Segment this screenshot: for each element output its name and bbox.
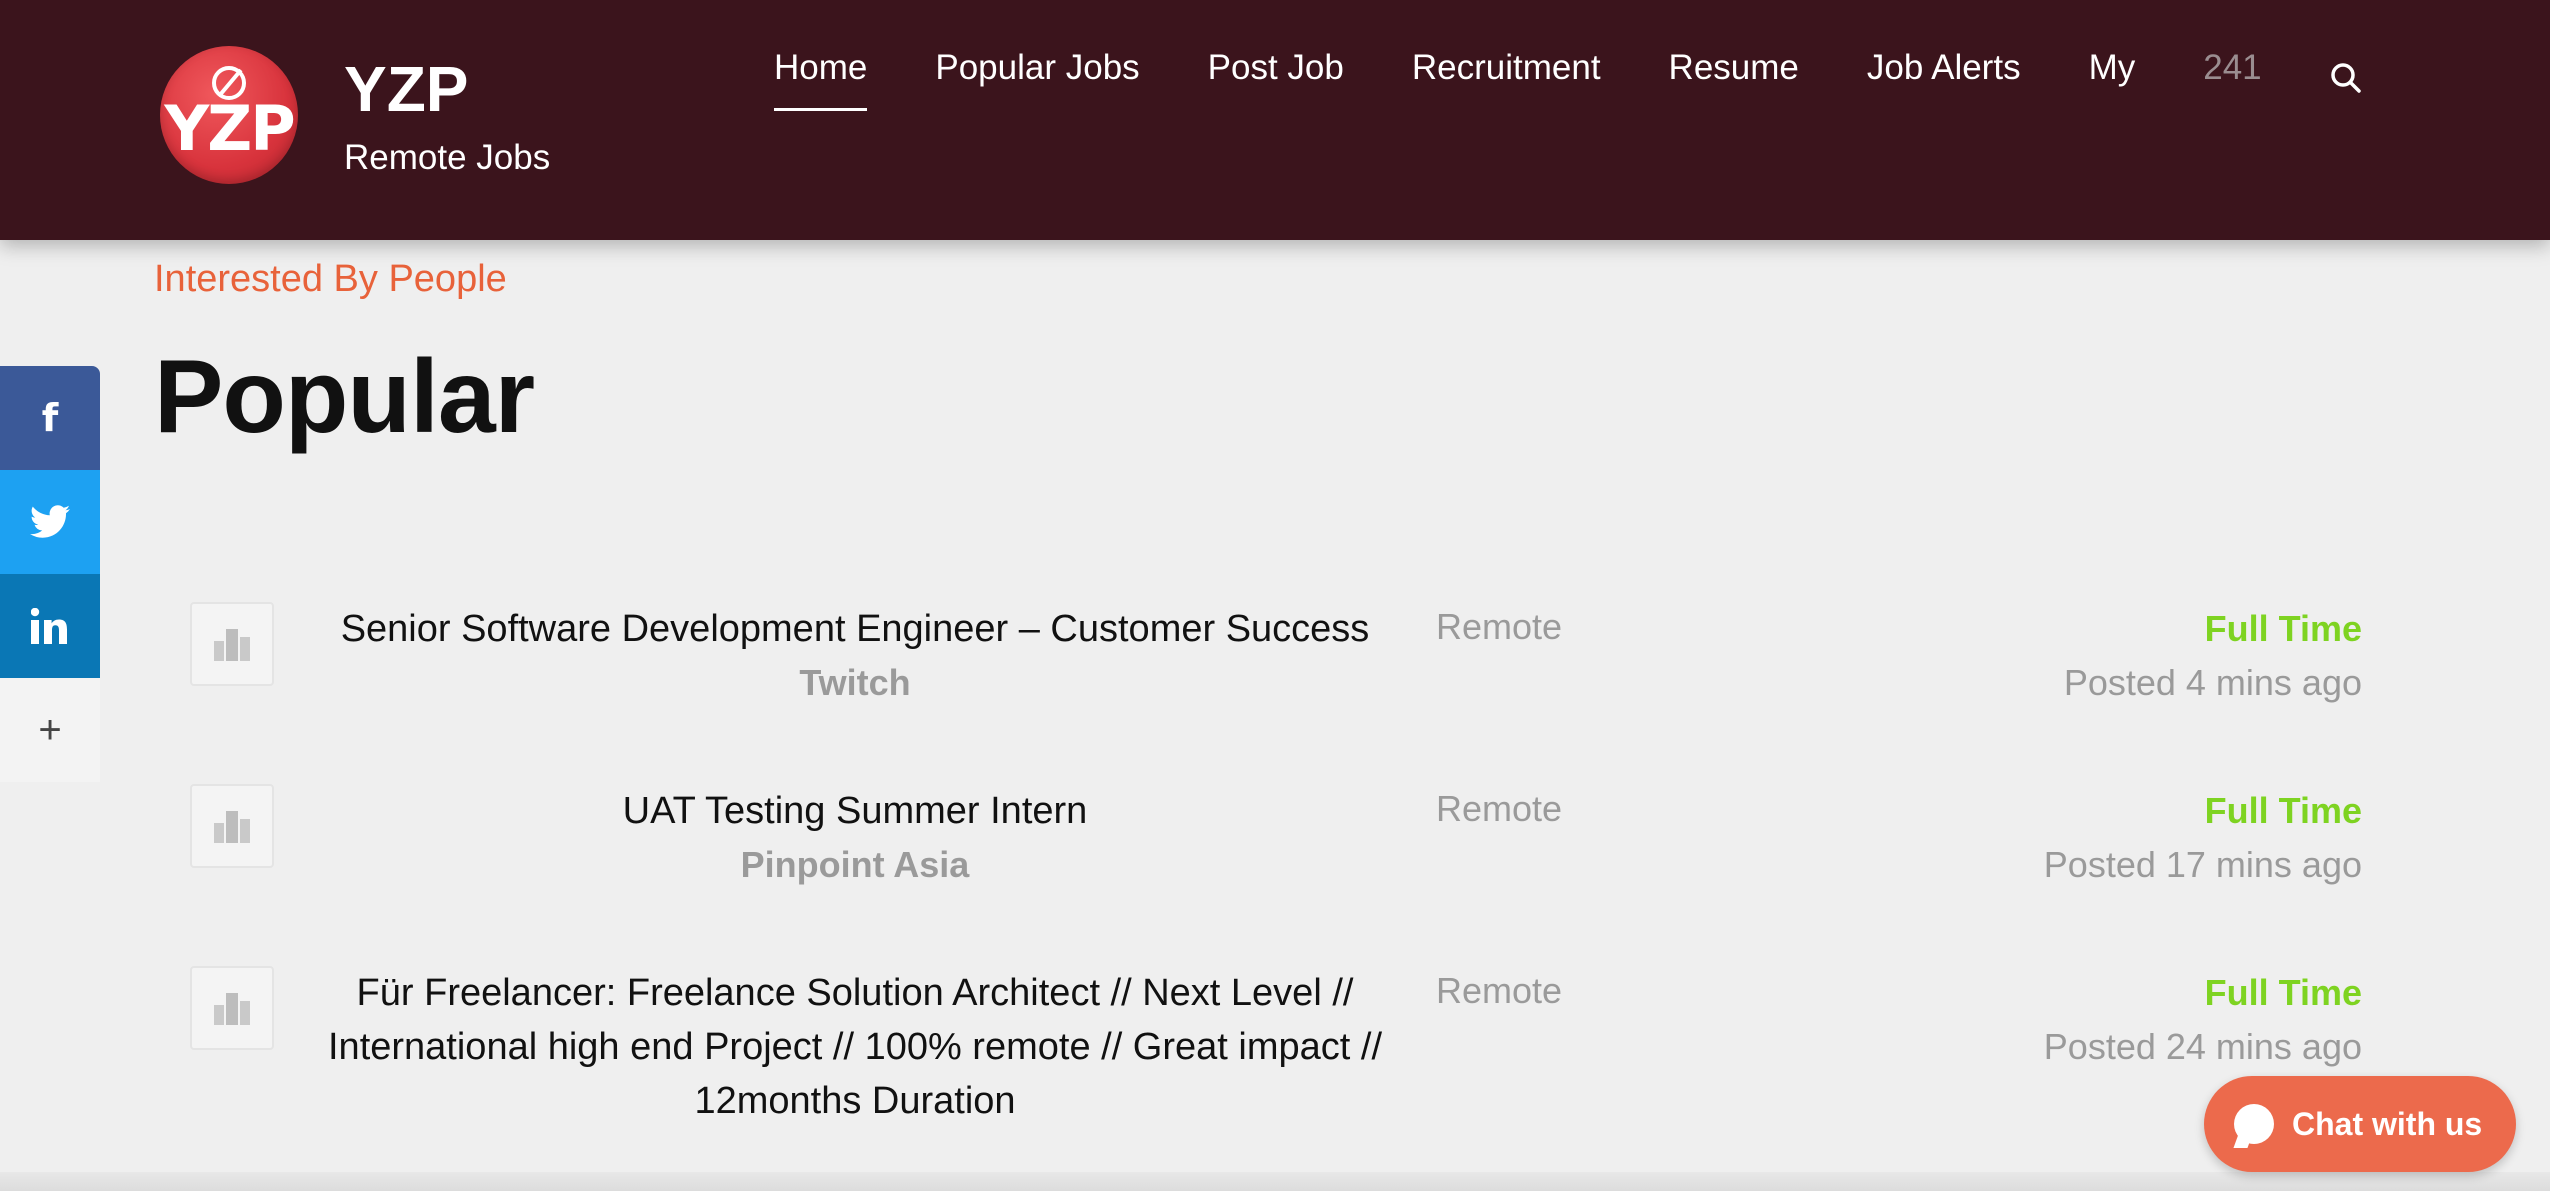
job-posted-date: Posted 4 mins ago <box>2063 662 2362 703</box>
nav-count-badge: 241 <box>2203 48 2262 87</box>
job-title-line[interactable]: International high end Project // 100% r… <box>300 1020 1410 1074</box>
share-sidebar: f + <box>0 366 100 782</box>
share-more-button[interactable]: + <box>0 678 100 782</box>
facebook-icon: f <box>41 396 59 440</box>
nav-home[interactable]: Home <box>774 48 868 111</box>
job-type-badge: Full Time <box>2204 790 2362 831</box>
company-logo-placeholder-icon <box>190 784 274 868</box>
nav-recruitment[interactable]: Recruitment <box>1412 48 1601 108</box>
nav-my[interactable]: My <box>2089 48 2136 108</box>
nav-job-alerts[interactable]: Job Alerts <box>1867 48 2021 108</box>
share-twitter-button[interactable] <box>0 470 100 574</box>
job-company: Twitch <box>799 662 911 703</box>
search-icon[interactable] <box>2328 60 2364 96</box>
share-facebook-button[interactable]: f <box>0 366 100 470</box>
job-title-line[interactable]: 12months Duration <box>300 1074 1410 1128</box>
linkedin-icon <box>31 608 67 644</box>
chat-label: Chat with us <box>2292 1105 2483 1142</box>
main-nav: Home Popular Jobs Post Job Recruitment R… <box>774 48 2364 128</box>
logo-text: YZP <box>164 91 295 165</box>
brand-title[interactable]: YZP <box>344 52 468 126</box>
twitter-icon <box>30 505 70 538</box>
share-linkedin-button[interactable] <box>0 574 100 678</box>
job-location: Remote <box>1436 970 1563 1011</box>
logo-mark-icon <box>212 66 246 100</box>
job-posted-date: Posted 17 mins ago <box>2043 844 2362 885</box>
brand-subtitle: Remote Jobs <box>344 138 551 177</box>
nav-resume[interactable]: Resume <box>1669 48 1799 108</box>
job-title[interactable]: UAT Testing Summer Intern <box>300 784 1410 838</box>
section-eyebrow: Interested By People <box>154 258 507 300</box>
plus-icon: + <box>38 707 62 752</box>
chat-bubble-icon <box>2234 1104 2274 1144</box>
site-header: YZP YZP Remote Jobs Home Popular Jobs Po… <box>0 0 2550 240</box>
job-location: Remote <box>1436 606 1563 647</box>
company-logo-placeholder-icon <box>190 966 274 1050</box>
page-bottom-shadow <box>0 1172 2550 1191</box>
page-title: Popular <box>154 339 535 455</box>
site-logo[interactable]: YZP <box>160 46 298 184</box>
job-company: Pinpoint Asia <box>740 844 970 885</box>
job-location: Remote <box>1436 788 1563 829</box>
job-type-badge: Full Time <box>2204 608 2362 649</box>
chat-with-us-button[interactable]: Chat with us <box>2204 1076 2516 1172</box>
company-logo-placeholder-icon <box>190 602 274 686</box>
job-title[interactable]: Senior Software Development Engineer – C… <box>300 602 1410 656</box>
job-title-line[interactable]: Für Freelancer: Freelance Solution Archi… <box>300 966 1410 1020</box>
nav-post-job[interactable]: Post Job <box>1208 48 1344 108</box>
nav-popular-jobs[interactable]: Popular Jobs <box>935 48 1139 108</box>
job-posted-date: Posted 24 mins ago <box>2043 1026 2362 1067</box>
job-type-badge: Full Time <box>2204 972 2362 1013</box>
